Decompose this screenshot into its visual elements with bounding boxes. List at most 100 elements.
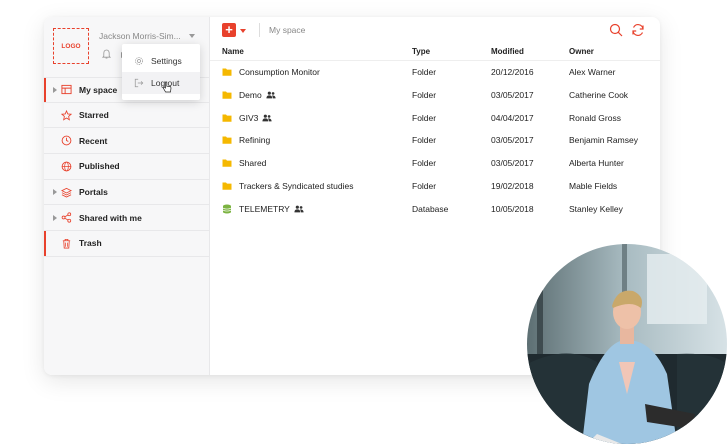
row-modified: 20/12/2016: [491, 67, 534, 77]
chevron-right-icon[interactable]: [53, 86, 57, 93]
sidebar-nav: My space Starred Recent Published Portal…: [44, 77, 210, 257]
sidebar-item-shared-with-me[interactable]: Shared with me: [44, 205, 210, 232]
row-name[interactable]: Refining: [239, 135, 270, 145]
sidebar: LOGO Jackson Morris-Sim... My space Star…: [44, 17, 210, 375]
table-row[interactable]: Trackers & Syndicated studies Folder 19/02…: [210, 175, 660, 198]
folder-icon: [222, 91, 232, 99]
folder-icon: [222, 68, 232, 76]
folder-icon: [222, 114, 232, 122]
user-name[interactable]: Jackson Morris-Sim...: [99, 31, 181, 41]
sidebar-item-label: Starred: [79, 110, 109, 121]
sidebar-item-label: Trash: [79, 238, 102, 249]
chevron-down-icon[interactable]: [240, 29, 246, 33]
shared-users-icon: [266, 91, 276, 99]
row-type: Database: [412, 203, 449, 214]
search-icon[interactable]: [609, 23, 623, 37]
menu-item-settings[interactable]: Settings: [122, 50, 200, 72]
user-photo: [527, 244, 727, 444]
folder-icon: [222, 182, 232, 190]
table-row[interactable]: TELEMETRY Database 10/05/2018 Stanley Kelle…: [210, 198, 660, 221]
toolbar: + My space: [210, 17, 660, 44]
row-modified: 03/05/2017: [491, 135, 534, 146]
row-name-text: Refining: [239, 135, 271, 146]
logout-icon: [134, 78, 144, 88]
chevron-right-icon[interactable]: [53, 189, 57, 196]
row-name[interactable]: Consumption Monitor: [239, 67, 320, 77]
column-header-name[interactable]: Name: [222, 47, 244, 56]
column-header-owner[interactable]: Owner: [569, 47, 594, 56]
breadcrumb[interactable]: My space: [269, 25, 305, 35]
table-row[interactable]: Demo Folder 03/05/2017 Catherine Cook: [210, 84, 660, 107]
row-name-text: Demo: [239, 89, 262, 100]
logo: LOGO: [53, 28, 89, 64]
row-type: Folder: [412, 112, 437, 123]
bell-icon[interactable]: [102, 49, 111, 60]
shared-users-icon: [262, 114, 272, 121]
row-modified: 03/05/2017: [491, 89, 534, 100]
row-name-text: TELEMETRY: [239, 203, 290, 214]
row-type: Folder: [412, 135, 437, 146]
row-type: Folder: [412, 89, 437, 100]
clock-icon: [61, 135, 72, 146]
refresh-icon[interactable]: [631, 23, 645, 37]
star-icon: [61, 109, 72, 121]
sidebar-item-label: My space: [79, 84, 118, 95]
table-row[interactable]: Refining Folder 03/05/2017 Benjamin Ramsey: [210, 129, 660, 152]
row-owner: Stanley Kelley: [569, 203, 623, 214]
row-owner: Mable Fields: [569, 181, 618, 191]
sidebar-item-label: Portals: [79, 187, 108, 198]
gear-icon: [135, 57, 143, 65]
row-modified: 10/05/2018: [491, 203, 534, 214]
sidebar-item-recent[interactable]: Recent: [44, 128, 210, 155]
sidebar-item-portals[interactable]: Portals: [44, 180, 210, 206]
row-type: Folder: [412, 181, 437, 191]
sidebar-item-starred[interactable]: Starred: [44, 103, 210, 129]
row-name[interactable]: GIV3: [239, 113, 272, 123]
row-modified: 19/02/2018: [491, 181, 534, 191]
sidebar-item-label: Recent: [79, 135, 108, 146]
folder-icon: [222, 136, 232, 145]
row-modified: 04/04/2017: [491, 112, 534, 123]
add-button[interactable]: +: [222, 23, 236, 37]
chevron-right-icon[interactable]: [53, 214, 57, 221]
row-type: Folder: [412, 67, 437, 77]
divider: [259, 23, 260, 37]
row-name[interactable]: Shared: [239, 158, 266, 168]
shared-users-icon: [294, 205, 304, 213]
table-header: Name Type Modified Owner: [210, 44, 660, 61]
chevron-down-icon[interactable]: [189, 34, 195, 38]
folder-icon: [222, 159, 232, 167]
row-owner: Benjamin Ramsey: [569, 135, 638, 146]
row-modified: 03/05/2017: [491, 158, 534, 169]
sidebar-item-label: Published: [79, 161, 120, 172]
row-owner: Alberta Hunter: [569, 158, 624, 169]
sidebar-item-label: Shared with me: [79, 212, 142, 223]
sidebar-item-trash[interactable]: Trash: [44, 231, 210, 257]
row-name-text: Consumption Monitor: [239, 67, 320, 77]
row-type: Folder: [412, 158, 437, 169]
row-name[interactable]: Demo: [239, 90, 276, 100]
share-icon: [61, 212, 72, 223]
menu-item-log-out[interactable]: Log out: [122, 72, 200, 94]
table-row[interactable]: Shared Folder 03/05/2017 Alberta Hunter: [210, 152, 660, 175]
layers-icon: [61, 187, 72, 198]
globe-icon: [61, 161, 72, 172]
row-name-text: GIV3: [239, 112, 259, 123]
column-header-type[interactable]: Type: [412, 47, 430, 56]
row-owner: Alex Warner: [569, 67, 616, 77]
menu-item-label: Settings: [151, 56, 182, 66]
row-name[interactable]: TELEMETRY: [239, 204, 304, 214]
user-dropdown-menu: Settings Log out: [122, 44, 200, 100]
row-name-text: Trackers & Syndicated studies: [239, 181, 354, 191]
row-owner: Ronald Gross: [569, 112, 621, 123]
table-row[interactable]: GIV3 Folder 04/04/2017 Ronald Gross: [210, 107, 660, 130]
trash-icon: [62, 238, 71, 249]
sidebar-item-published[interactable]: Published: [44, 154, 210, 180]
row-name[interactable]: Trackers & Syndicated studies: [239, 181, 353, 191]
row-name-text: Shared: [239, 158, 267, 169]
hand-cursor-icon: [162, 81, 172, 93]
database-icon: [222, 204, 232, 214]
table-row[interactable]: Consumption Monitor Folder 20/12/2016 Alex …: [210, 61, 660, 84]
column-header-modified[interactable]: Modified: [491, 47, 524, 56]
row-owner: Catherine Cook: [569, 89, 629, 100]
